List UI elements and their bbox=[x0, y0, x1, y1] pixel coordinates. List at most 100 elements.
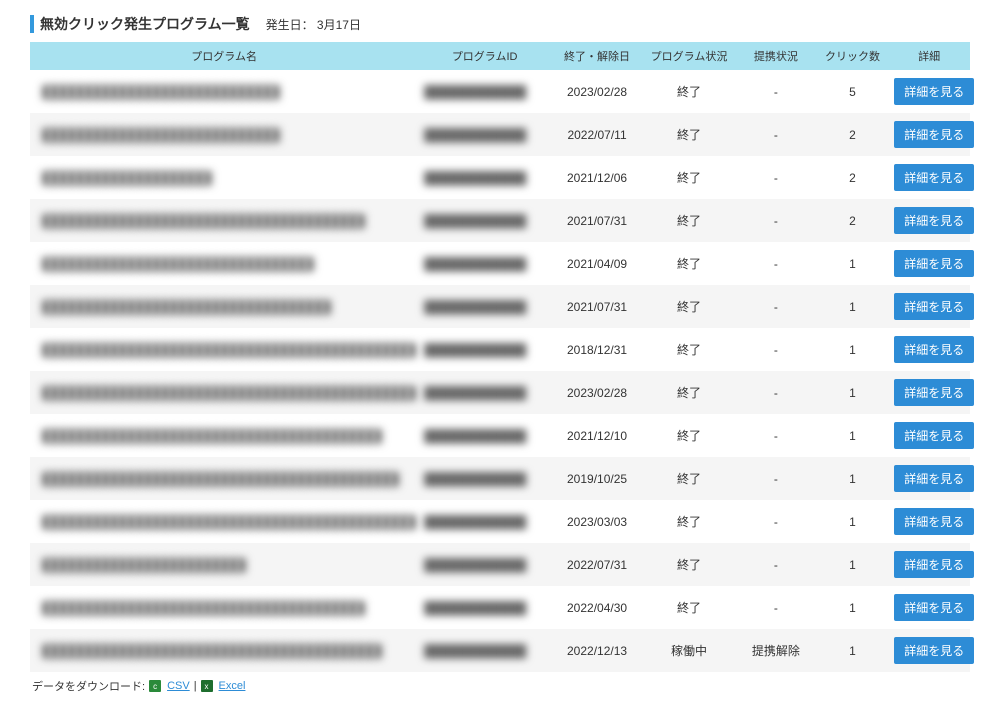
cell-program-name: ████████████████████████████████████████ bbox=[30, 414, 418, 457]
detail-button[interactable]: 詳細を見る bbox=[894, 78, 974, 105]
cell-detail: 詳細を見る bbox=[888, 70, 970, 113]
cell-detail: 詳細を見る bbox=[888, 199, 970, 242]
detail-button[interactable]: 詳細を見る bbox=[894, 379, 974, 406]
program-table: プログラム名 プログラムID 終了・解除日 プログラム状況 提携状況 クリック数… bbox=[30, 42, 970, 672]
cell-clicks: 1 bbox=[817, 457, 889, 500]
cell-date: 2019/10/25 bbox=[551, 457, 643, 500]
cell-clicks: 1 bbox=[817, 242, 889, 285]
cell-partner: - bbox=[735, 414, 817, 457]
cell-program-name: ██████████████████████████████████████ bbox=[30, 586, 418, 629]
detail-button[interactable]: 詳細を見る bbox=[894, 164, 974, 191]
detail-button[interactable]: 詳細を見る bbox=[894, 637, 974, 664]
cell-status: 終了 bbox=[643, 457, 735, 500]
download-excel-link[interactable]: Excel bbox=[219, 680, 246, 692]
cell-date: 2018/12/31 bbox=[551, 328, 643, 371]
download-label: データをダウンロード: bbox=[32, 678, 145, 694]
cell-partner: - bbox=[735, 586, 817, 629]
cell-program-name: ████████████████████████████████████████… bbox=[30, 371, 418, 414]
detail-button[interactable]: 詳細を見る bbox=[894, 551, 974, 578]
table-row: ████████████████████████████████████████… bbox=[30, 414, 970, 457]
csv-icon: c bbox=[149, 680, 161, 692]
cell-clicks: 2 bbox=[817, 156, 889, 199]
cell-date: 2021/12/10 bbox=[551, 414, 643, 457]
col-header-id: プログラムID bbox=[418, 42, 551, 70]
cell-program-id: ████████████ bbox=[418, 156, 551, 199]
cell-status: 終了 bbox=[643, 113, 735, 156]
table-row: ████████████████████████████████2021/12/… bbox=[30, 156, 970, 199]
table-row: ████████████████████████████████████████… bbox=[30, 371, 970, 414]
cell-program-id: ████████████ bbox=[418, 629, 551, 672]
cell-detail: 詳細を見る bbox=[888, 328, 970, 371]
detail-button[interactable]: 詳細を見る bbox=[894, 465, 974, 492]
detail-button[interactable]: 詳細を見る bbox=[894, 250, 974, 277]
cell-program-id: ████████████ bbox=[418, 113, 551, 156]
detail-button[interactable]: 詳細を見る bbox=[894, 508, 974, 535]
table-row: ████████████████████████████████████████… bbox=[30, 629, 970, 672]
cell-clicks: 1 bbox=[817, 586, 889, 629]
detail-button[interactable]: 詳細を見る bbox=[894, 293, 974, 320]
title-bar-accent bbox=[30, 15, 34, 33]
detail-button[interactable]: 詳細を見る bbox=[894, 422, 974, 449]
detail-button[interactable]: 詳細を見る bbox=[894, 336, 974, 363]
cell-partner: - bbox=[735, 199, 817, 242]
cell-status: 終了 bbox=[643, 414, 735, 457]
cell-program-id: ████████████ bbox=[418, 457, 551, 500]
cell-clicks: 1 bbox=[817, 500, 889, 543]
cell-clicks: 1 bbox=[817, 371, 889, 414]
table-row: ████████████████████████████████████████… bbox=[30, 457, 970, 500]
download-csv-link[interactable]: CSV bbox=[167, 680, 190, 692]
cell-status: 終了 bbox=[643, 70, 735, 113]
cell-detail: 詳細を見る bbox=[888, 371, 970, 414]
cell-program-id: ████████████ bbox=[418, 328, 551, 371]
cell-program-name: ██████████████████████████████████████ bbox=[30, 199, 418, 242]
cell-clicks: 2 bbox=[817, 199, 889, 242]
table-row: ████████████████████████████████████2022… bbox=[30, 543, 970, 586]
cell-program-id: ████████████ bbox=[418, 500, 551, 543]
cell-program-name: ████████████████████████ bbox=[30, 543, 418, 586]
cell-program-id: ████████████ bbox=[418, 199, 551, 242]
cell-detail: 詳細を見る bbox=[888, 500, 970, 543]
cell-program-name: ████████████████████████████████████████… bbox=[30, 457, 418, 500]
cell-program-id: ████████████ bbox=[418, 371, 551, 414]
cell-program-name: ██████████████████████████████████ bbox=[30, 285, 418, 328]
table-row: ████████████████████████████████████████… bbox=[30, 70, 970, 113]
col-header-date: 終了・解除日 bbox=[551, 42, 643, 70]
col-header-partner: 提携状況 bbox=[735, 42, 817, 70]
cell-status: 終了 bbox=[643, 156, 735, 199]
cell-partner: - bbox=[735, 371, 817, 414]
cell-partner: - bbox=[735, 242, 817, 285]
page-header: 無効クリック発生プログラム一覧 発生日： 3月17日 bbox=[30, 10, 970, 42]
detail-button[interactable]: 詳細を見る bbox=[894, 594, 974, 621]
col-header-name: プログラム名 bbox=[30, 42, 418, 70]
cell-program-name: ████████████████████████████████████████ bbox=[30, 629, 418, 672]
col-header-clicks: クリック数 bbox=[817, 42, 889, 70]
page-title-text: 無効クリック発生プログラム一覧 bbox=[40, 14, 250, 34]
cell-date: 2021/12/06 bbox=[551, 156, 643, 199]
cell-program-name: ████████████████████████████████ bbox=[30, 242, 418, 285]
cell-date: 2022/07/11 bbox=[551, 113, 643, 156]
cell-detail: 詳細を見る bbox=[888, 156, 970, 199]
detail-button[interactable]: 詳細を見る bbox=[894, 207, 974, 234]
cell-detail: 詳細を見る bbox=[888, 414, 970, 457]
cell-program-name: ████████████████████████████████████████… bbox=[30, 500, 418, 543]
cell-detail: 詳細を見る bbox=[888, 629, 970, 672]
cell-program-id: ████████████ bbox=[418, 543, 551, 586]
col-header-detail: 詳細 bbox=[888, 42, 970, 70]
table-row: ████████████████████████████████████████… bbox=[30, 113, 970, 156]
cell-date: 2023/03/03 bbox=[551, 500, 643, 543]
table-header-row: プログラム名 プログラムID 終了・解除日 プログラム状況 提携状況 クリック数… bbox=[30, 42, 970, 70]
table-row: ████████████████████████████████████████… bbox=[30, 328, 970, 371]
cell-status: 終了 bbox=[643, 543, 735, 586]
cell-status: 終了 bbox=[643, 328, 735, 371]
cell-program-name: ████████████████████████████████████████… bbox=[30, 328, 418, 371]
cell-clicks: 1 bbox=[817, 629, 889, 672]
cell-date: 2022/12/13 bbox=[551, 629, 643, 672]
cell-clicks: 1 bbox=[817, 543, 889, 586]
cell-date: 2021/04/09 bbox=[551, 242, 643, 285]
detail-button[interactable]: 詳細を見る bbox=[894, 121, 974, 148]
table-row: ████████████████████████████████████████… bbox=[30, 586, 970, 629]
cell-detail: 詳細を見る bbox=[888, 285, 970, 328]
excel-icon: x bbox=[201, 680, 213, 692]
cell-program-id: ████████████ bbox=[418, 586, 551, 629]
cell-status: 終了 bbox=[643, 371, 735, 414]
